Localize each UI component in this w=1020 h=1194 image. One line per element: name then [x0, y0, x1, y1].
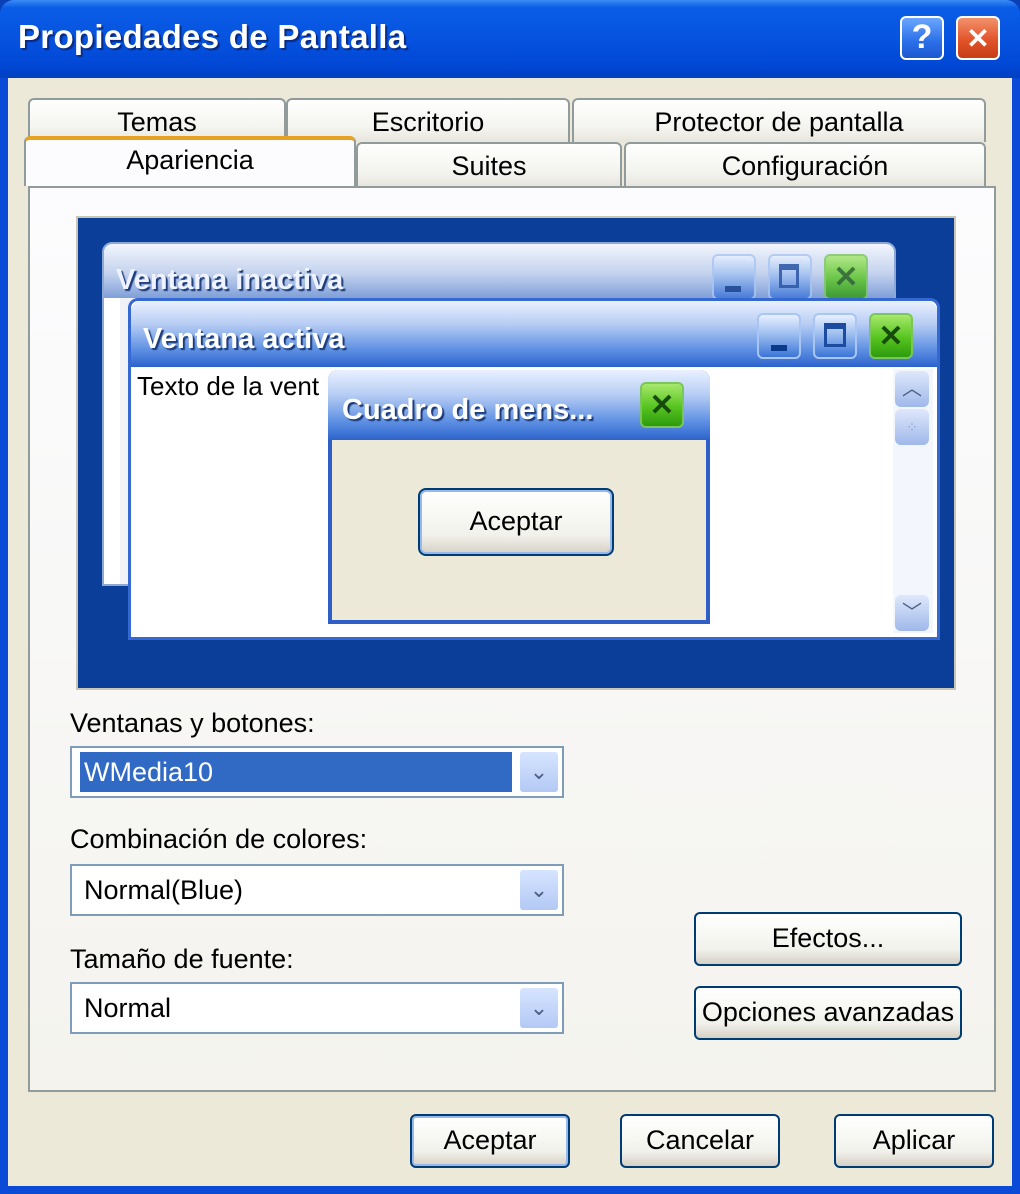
tab-apariencia[interactable]: Apariencia — [24, 136, 356, 186]
effects-button[interactable]: Efectos... — [694, 912, 962, 966]
chevron-up-icon: ︿ — [895, 371, 929, 407]
maximize-icon — [813, 313, 857, 359]
message-box-title: Cuadro de mens... — [342, 394, 594, 426]
close-icon: ✕ — [869, 313, 913, 359]
help-button[interactable]: ? — [900, 16, 944, 60]
dialog-window: Propiedades de Pantalla ? ✕ Temas Escrit… — [0, 0, 1020, 1194]
font-size-value: Normal — [84, 993, 172, 1023]
font-size-select[interactable]: Normal ⌄ — [70, 982, 564, 1034]
appearance-preview: Ventana inactiva ✕ Ventana activa ✕ Text… — [76, 216, 956, 690]
chevron-down-icon[interactable]: ⌄ — [520, 752, 558, 792]
apply-button[interactable]: Aplicar — [834, 1114, 994, 1168]
maximize-icon — [768, 254, 812, 300]
title-bar[interactable]: Propiedades de Pantalla ? ✕ — [0, 0, 1020, 78]
inactive-window-body — [104, 298, 120, 584]
color-scheme-select[interactable]: Normal(Blue) ⌄ — [70, 864, 564, 916]
minimize-icon — [712, 254, 756, 300]
ok-button[interactable]: Aceptar — [410, 1114, 570, 1168]
windows-buttons-select[interactable]: WMedia10 ⌄ — [70, 746, 564, 798]
appearance-panel: Ventana inactiva ✕ Ventana activa ✕ Text… — [28, 186, 996, 1092]
message-box-title-bar: Cuadro de mens... ✕ — [328, 370, 710, 440]
close-icon: ✕ — [824, 254, 868, 300]
scroll-thumb: ⁘ — [895, 409, 929, 445]
close-button[interactable]: ✕ — [956, 16, 1000, 60]
window-title: Propiedades de Pantalla — [18, 18, 407, 55]
close-icon: ✕ — [640, 382, 684, 428]
window-text-sample: Texto de la vent — [137, 371, 320, 401]
chevron-down-icon[interactable]: ⌄ — [520, 870, 558, 910]
color-scheme-value: Normal(Blue) — [84, 875, 244, 905]
dialog-client: Temas Escritorio Protector de pantalla A… — [8, 78, 1012, 1186]
cancel-button[interactable]: Cancelar — [620, 1114, 780, 1168]
question-icon: ? — [911, 18, 933, 56]
active-window-title: Ventana activa — [143, 323, 345, 355]
color-scheme-label: Combinación de colores: — [70, 824, 368, 854]
inactive-title-bar: Ventana inactiva ✕ — [104, 244, 894, 300]
tab-suites[interactable]: Suites — [356, 142, 622, 186]
inactive-window-title: Ventana inactiva — [116, 264, 344, 296]
advanced-options-button[interactable]: Opciones avanzadas — [694, 986, 962, 1040]
font-size-label: Tamaño de fuente: — [70, 944, 294, 974]
preview-scrollbar: ︿ ⁘ ﹀ — [893, 369, 933, 633]
close-icon: ✕ — [966, 23, 990, 54]
chevron-down-icon: ﹀ — [895, 595, 929, 631]
minimize-icon — [757, 313, 801, 359]
chevron-down-icon[interactable]: ⌄ — [520, 988, 558, 1028]
tab-protector-de-pantalla[interactable]: Protector de pantalla — [572, 98, 986, 142]
message-box-ok-button: Aceptar — [418, 488, 614, 556]
windows-buttons-value: WMedia10 — [80, 752, 512, 792]
tab-configuracion[interactable]: Configuración — [624, 142, 986, 186]
active-title-bar: Ventana activa ✕ — [131, 301, 937, 367]
windows-buttons-label: Ventanas y botones: — [70, 708, 315, 738]
message-box-preview: Cuadro de mens... ✕ Aceptar — [328, 370, 710, 624]
